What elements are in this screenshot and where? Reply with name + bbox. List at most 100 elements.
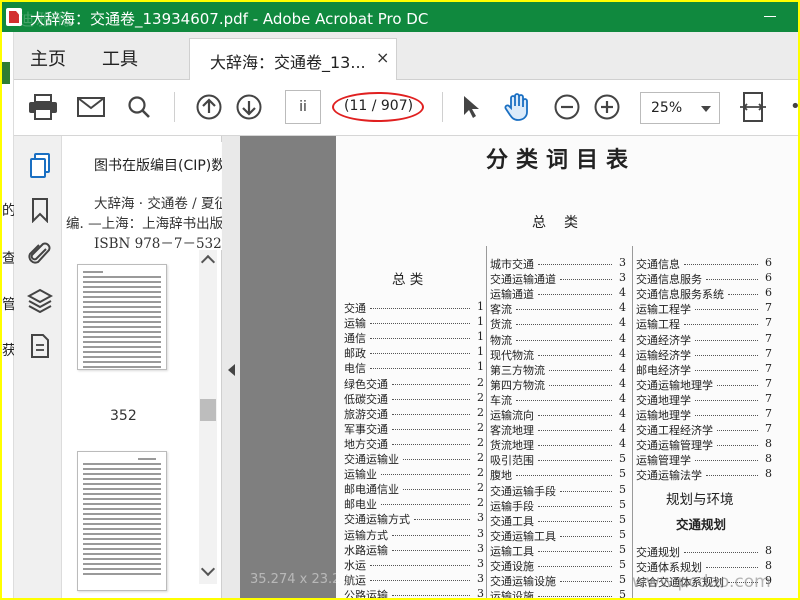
- index-entry-page: 2: [477, 390, 484, 404]
- background-app-strip: 的 查 管 获: [2, 32, 16, 598]
- dot-leader: [538, 460, 612, 462]
- index-entry-term: 客流: [490, 303, 512, 317]
- dot-leader: [370, 368, 470, 370]
- dot-leader: [370, 579, 470, 581]
- section-heading: 规划与环境: [666, 492, 734, 508]
- next-page-icon[interactable]: [232, 90, 266, 124]
- index-entry: 交通设施 5: [490, 558, 626, 573]
- index-entry-page: 4: [619, 316, 626, 330]
- dot-leader: [370, 353, 470, 355]
- minimize-button[interactable]: [764, 16, 776, 17]
- index-entry-term: 水运: [344, 558, 366, 572]
- bookmark-icon[interactable]: [26, 196, 54, 224]
- subsection-heading: 交通规划: [676, 517, 727, 532]
- index-entry: 运输工具 5: [490, 543, 626, 558]
- dot-leader: [560, 581, 612, 583]
- index-entry-page: 2: [477, 435, 484, 449]
- index-entry-page: 2: [477, 420, 484, 434]
- dot-leader: [392, 594, 470, 596]
- panel-splitter[interactable]: [222, 136, 240, 598]
- index-entry-term: 运输工具: [490, 544, 534, 558]
- dot-leader: [392, 443, 470, 445]
- index-entry: 第四方物流 4: [490, 377, 626, 392]
- index-entry-term: 交通运输管理学: [636, 439, 713, 453]
- pages-icon[interactable]: [26, 152, 54, 180]
- dot-leader: [538, 566, 612, 567]
- dot-leader: [695, 339, 758, 341]
- zoom-out-icon[interactable]: [550, 90, 584, 124]
- index-entry-term: 交通规划: [636, 546, 680, 559]
- index-entry-term: 运输: [344, 317, 366, 331]
- page-thumbnail[interactable]: [77, 264, 167, 370]
- collapse-panel-icon[interactable]: [228, 364, 235, 376]
- index-entry-term: 运输通道: [490, 288, 534, 302]
- dot-leader: [538, 294, 612, 296]
- search-icon[interactable]: [122, 90, 156, 124]
- thumbnail-page-label: 352: [110, 408, 137, 424]
- index-entry-page: 7: [765, 407, 772, 420]
- layers-icon[interactable]: [26, 286, 54, 314]
- more-icon[interactable]: •: [790, 96, 798, 117]
- index-entry-page: 3: [619, 271, 626, 285]
- dot-leader: [392, 413, 470, 415]
- tab-home[interactable]: 主页: [30, 45, 66, 71]
- index-entry-term: 绿色交通: [344, 377, 388, 391]
- hand-tool-icon[interactable]: [500, 90, 534, 124]
- tab-document[interactable]: 大辞海：交通卷_13... ×: [189, 38, 397, 80]
- index-entry-term: 交通信息服务: [636, 273, 702, 287]
- close-tab-icon[interactable]: ×: [376, 48, 389, 67]
- index-entry-term: 运输手段: [490, 499, 534, 513]
- index-entry: 运输管理学 8: [636, 452, 772, 467]
- index-entry: 车流 4: [490, 392, 626, 407]
- index-entry-page: 8: [765, 559, 772, 573]
- scrollbar-thumb[interactable]: [200, 399, 216, 421]
- index-entry: 低碳交通 2: [344, 391, 484, 406]
- index-entry-term: 地方交通: [344, 437, 388, 451]
- dot-leader: [695, 354, 758, 356]
- page-thumbnail[interactable]: [77, 451, 167, 591]
- fit-page-icon[interactable]: [736, 90, 770, 124]
- dot-leader: [538, 505, 612, 507]
- zoom-in-icon[interactable]: [590, 90, 624, 124]
- index-entry-term: 运输设施: [490, 590, 534, 598]
- index-entry: 交通工程经济学 7: [636, 422, 772, 437]
- page-number-input[interactable]: ii: [285, 90, 321, 124]
- index-entry-page: 5: [619, 573, 626, 587]
- index-entry-page: 5: [619, 512, 626, 526]
- index-entry: 运输流向 4: [490, 407, 626, 422]
- zoom-dropdown[interactable]: 25%: [640, 92, 720, 124]
- dot-leader: [392, 534, 470, 536]
- index-entry: 客流地理 4: [490, 422, 626, 437]
- index-entry-page: 4: [619, 376, 626, 390]
- dot-leader: [695, 460, 758, 462]
- dot-leader: [560, 490, 612, 492]
- index-entry-term: 邮电通信业: [344, 483, 399, 497]
- prev-page-icon[interactable]: [192, 90, 226, 124]
- index-entry: 邮电业 2: [344, 496, 484, 511]
- document-tab-label: 大辞海：交通卷_13...: [210, 53, 366, 72]
- index-entry-term: 交通运输手段: [490, 484, 556, 498]
- document-view[interactable]: 分类词目表 总类 总 类 交通 1 运输 1 通信 1 邮政 1 电信 1 绿色交通 2 低碳交通 2 旅游…: [240, 136, 798, 598]
- dot-leader: [370, 308, 470, 309]
- page-title: 分类词目表: [486, 147, 637, 173]
- index-entry: 交通运输手段 5: [490, 483, 626, 498]
- pdf-page: 分类词目表 总类 总 类 交通 1 运输 1 通信 1 邮政 1 电信 1 绿色交通 2 低碳交通 2 旅游…: [336, 136, 798, 598]
- dot-leader: [684, 324, 758, 326]
- tab-tools[interactable]: 工具: [102, 45, 138, 71]
- print-icon[interactable]: [26, 90, 60, 124]
- index-entry: 交通运输工具 5: [490, 528, 626, 543]
- column-heading: 总 类: [392, 272, 424, 288]
- index-entry: 交通信息服务系统 6: [636, 286, 772, 301]
- dot-leader: [516, 475, 612, 477]
- dot-leader: [538, 264, 612, 265]
- index-entry: 水路运输 3: [344, 542, 484, 557]
- scroll-up-icon[interactable]: [200, 254, 216, 270]
- document-icon[interactable]: [26, 332, 54, 360]
- thumbnail-scrollbar[interactable]: [199, 249, 217, 584]
- select-pointer-icon[interactable]: [454, 90, 488, 124]
- scroll-down-icon[interactable]: [200, 561, 216, 577]
- index-entry-page: 5: [619, 527, 626, 541]
- attachment-icon[interactable]: [26, 240, 54, 268]
- index-entry: 交通运输业 2: [344, 451, 484, 466]
- email-icon[interactable]: [74, 90, 108, 124]
